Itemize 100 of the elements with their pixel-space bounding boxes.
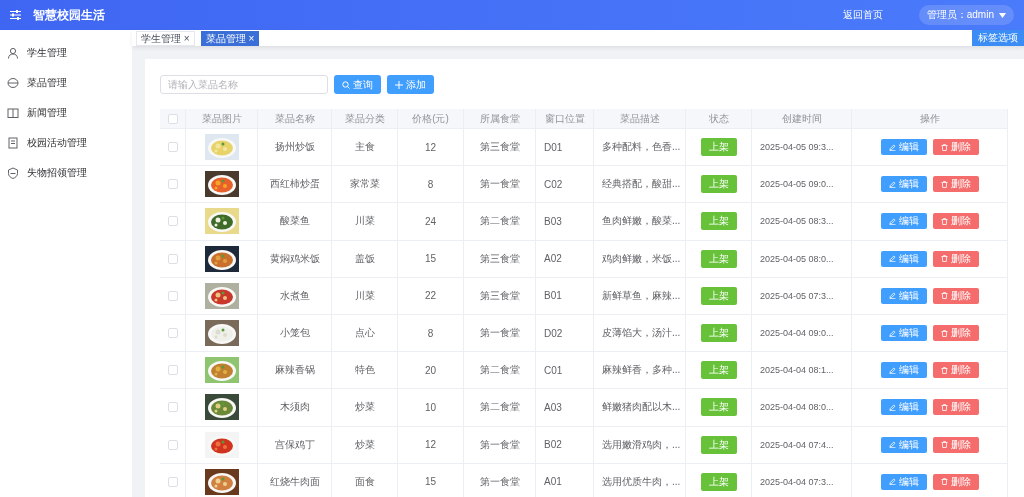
table-cell: 2025-04-04 09:0... — [760, 328, 834, 339]
app-title: 智慧校园生活 — [33, 6, 105, 24]
edit-button[interactable]: 编辑 — [880, 287, 927, 304]
checkbox[interactable] — [167, 328, 178, 339]
sidebar-item[interactable]: 新闻管理 — [0, 98, 132, 128]
tab[interactable]: 菜品管理 × — [200, 30, 260, 46]
table-cell: 22 — [424, 290, 437, 302]
column-header: 菜品名称 — [274, 111, 315, 126]
table-cell: 12 — [424, 439, 437, 451]
edit-button[interactable]: 编辑 — [880, 436, 927, 453]
column-header: 菜品描述 — [619, 111, 660, 126]
edit-button[interactable]: 编辑 — [880, 176, 927, 193]
checkbox[interactable] — [167, 476, 178, 487]
checkbox[interactable] — [167, 179, 178, 190]
table-cell: 2025-04-04 08:0... — [760, 402, 834, 413]
table-cell: A03 — [544, 401, 562, 413]
status-tag: 上架 — [700, 175, 737, 194]
checkbox[interactable] — [167, 365, 178, 376]
checkbox[interactable] — [167, 439, 178, 450]
table-cell: 多种配料，色香... — [602, 140, 681, 155]
pencil-icon — [888, 255, 896, 263]
edit-button[interactable]: 编辑 — [880, 250, 927, 267]
edit-button[interactable]: 编辑 — [880, 362, 927, 379]
table-cell: D02 — [544, 327, 563, 339]
user-menu[interactable]: 管理员：admin — [918, 5, 1014, 25]
edit-button[interactable]: 编辑 — [880, 473, 927, 490]
delete-button[interactable]: 删除 — [932, 473, 979, 490]
tab[interactable]: 学生管理 × — [136, 30, 195, 46]
edit-button[interactable]: 编辑 — [880, 139, 927, 156]
trash-icon — [940, 143, 948, 151]
edit-button[interactable]: 编辑 — [880, 325, 927, 342]
table-cell: 第二食堂 — [479, 400, 520, 415]
table-cell: 炒菜 — [354, 400, 375, 415]
sidebar-item[interactable]: 学生管理 — [0, 38, 132, 68]
delete-button[interactable]: 删除 — [932, 325, 979, 342]
delete-button[interactable]: 删除 — [932, 436, 979, 453]
checkbox[interactable] — [167, 402, 178, 413]
table-cell: 2025-04-04 07:3... — [760, 476, 834, 487]
sidebar-item[interactable]: 失物招领管理 — [0, 158, 132, 188]
table-cell: B02 — [544, 439, 562, 451]
column-header: 窗口位置 — [544, 111, 585, 126]
table-cell: 第一食堂 — [479, 326, 520, 341]
delete-button[interactable]: 删除 — [932, 176, 979, 193]
add-button[interactable]: 添加 — [387, 75, 434, 94]
delete-button[interactable]: 删除 — [932, 287, 979, 304]
sidebar-item[interactable]: 菜品管理 — [0, 68, 132, 98]
table-cell: 麻辣香锅 — [274, 363, 315, 378]
table-cell: 8 — [427, 327, 434, 339]
table-cell: 黄焖鸡米饭 — [269, 251, 320, 266]
column-header: 所属食堂 — [479, 111, 520, 126]
pencil-icon — [888, 478, 896, 486]
table-cell: 第一食堂 — [479, 177, 520, 192]
table-cell: 面食 — [354, 474, 375, 489]
table-cell: 主食 — [354, 140, 375, 155]
trash-icon — [940, 478, 948, 486]
table-cell: 宫保鸡丁 — [274, 437, 315, 452]
caret-icon — [999, 12, 1006, 18]
trash-icon — [940, 329, 948, 337]
checkbox[interactable] — [167, 290, 178, 301]
table-cell: B03 — [544, 215, 562, 227]
table-cell: 酸菜鱼 — [279, 214, 310, 229]
tab-options-button[interactable]: 标签选项 — [972, 30, 1024, 46]
search-button[interactable]: 查询 — [334, 75, 381, 94]
table-cell: 12 — [424, 141, 437, 153]
table-cell: 小笼包 — [279, 326, 310, 341]
table-cell: 川菜 — [354, 288, 375, 303]
home-link[interactable]: 返回首页 — [842, 8, 883, 22]
delete-button[interactable]: 删除 — [932, 213, 979, 230]
table-cell: 15 — [424, 253, 437, 265]
pencil-icon — [888, 329, 896, 337]
delete-button[interactable]: 删除 — [932, 139, 979, 156]
edit-button[interactable]: 编辑 — [880, 399, 927, 416]
checkbox[interactable] — [167, 253, 178, 264]
table-cell: 红烧牛肉面 — [269, 474, 320, 489]
table-cell: 选用嫩滑鸡肉，... — [602, 437, 681, 452]
checkbox[interactable] — [167, 216, 178, 227]
status-tag: 上架 — [700, 398, 737, 417]
pencil-icon — [888, 403, 896, 411]
edit-button[interactable]: 编辑 — [880, 213, 927, 230]
table-cell: 川菜 — [354, 214, 375, 229]
checkbox[interactable] — [167, 142, 178, 153]
table-cell: 扬州炒饭 — [274, 140, 315, 155]
pencil-icon — [888, 292, 896, 300]
sidebar-item[interactable]: 校园活动管理 — [0, 128, 132, 158]
status-tag: 上架 — [700, 324, 737, 343]
delete-button[interactable]: 删除 — [932, 250, 979, 267]
checkbox[interactable] — [167, 113, 178, 124]
table-cell: 2025-04-05 08:3... — [760, 216, 834, 227]
menu-icon[interactable] — [10, 10, 21, 20]
table-cell: 2025-04-04 08:1... — [760, 365, 834, 376]
table-cell: 鸡肉鲜嫩，米饭... — [602, 251, 681, 266]
table-cell: A01 — [544, 476, 562, 488]
table-cell: 经典搭配，酸甜... — [602, 177, 681, 192]
search-field[interactable]: 请输入菜品名称 — [160, 75, 328, 94]
table-cell: 第三食堂 — [479, 288, 520, 303]
delete-button[interactable]: 删除 — [932, 362, 979, 379]
table-cell: 2025-04-04 07:4... — [760, 439, 834, 450]
status-tag: 上架 — [700, 138, 737, 157]
status-tag: 上架 — [700, 361, 737, 380]
delete-button[interactable]: 删除 — [932, 399, 979, 416]
